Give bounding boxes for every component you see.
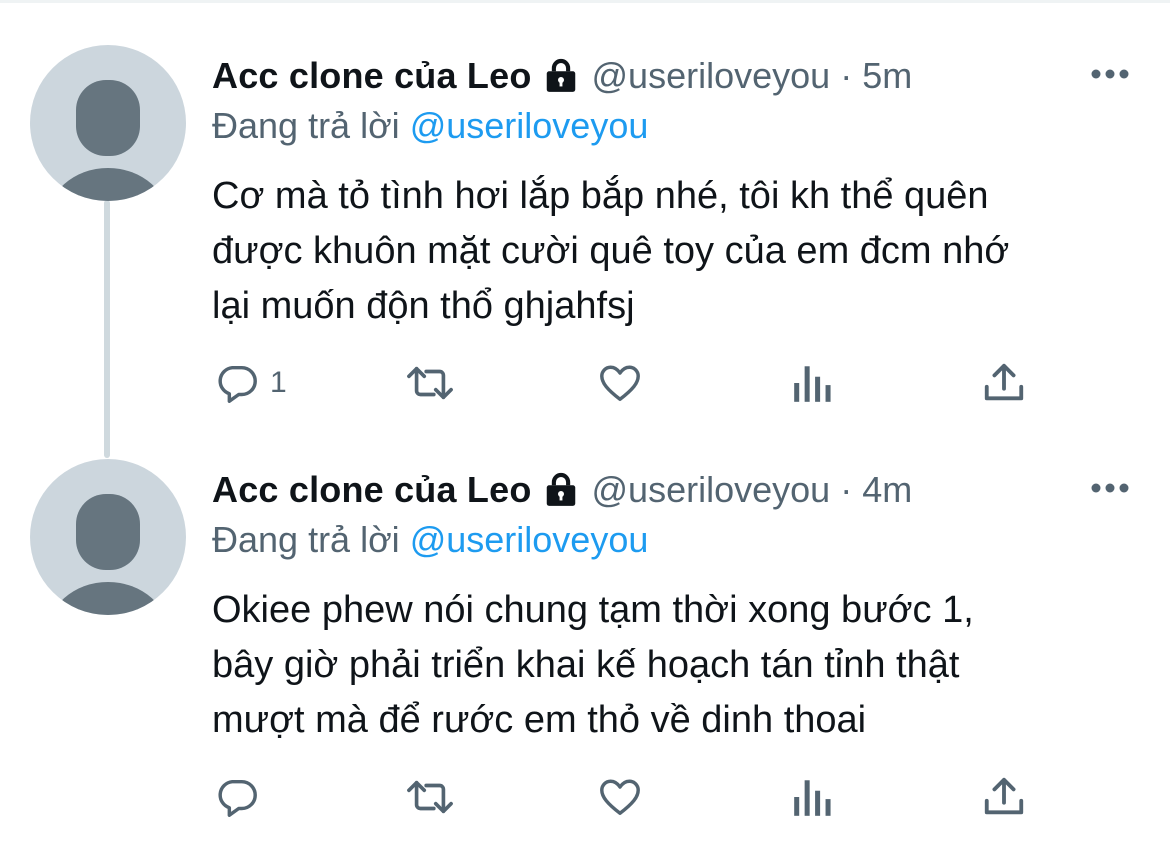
reply-button[interactable]: 1 xyxy=(214,356,287,410)
replying-to: Đang trả lời @useriloveyou xyxy=(212,517,1140,563)
more-horizontal-icon xyxy=(1091,483,1129,493)
reply-button[interactable] xyxy=(214,770,270,824)
share-button[interactable] xyxy=(982,770,1026,824)
share-button[interactable] xyxy=(982,356,1026,410)
like-button[interactable] xyxy=(596,770,644,824)
reply-icon xyxy=(218,365,257,403)
tweet-actions xyxy=(0,770,1024,824)
timestamp[interactable]: 5m xyxy=(862,55,912,97)
display-name[interactable]: Acc clone của Leo xyxy=(212,55,532,97)
lock-icon xyxy=(546,472,575,506)
like-button[interactable] xyxy=(596,356,644,410)
replying-to-link[interactable]: @useriloveyou xyxy=(410,519,649,560)
tweet-header: Acc clone của Leo @useriloveyou · 5m xyxy=(212,51,1140,101)
retweet-button[interactable] xyxy=(402,356,458,410)
retweet-icon xyxy=(407,780,453,814)
tweet-text-line: mượt mà để rước em thỏ về dinh thoai xyxy=(212,699,867,741)
heart-icon xyxy=(600,365,640,402)
avatar[interactable] xyxy=(30,459,186,615)
share-icon xyxy=(984,777,1024,815)
default-avatar-icon xyxy=(51,494,165,615)
analytics-icon xyxy=(794,780,831,816)
separator-dot: · xyxy=(840,469,853,510)
reply-icon xyxy=(218,779,257,817)
separator-dot: · xyxy=(840,55,853,96)
reply-count: 1 xyxy=(270,366,287,399)
analytics-button[interactable] xyxy=(792,770,834,824)
analytics-button[interactable] xyxy=(792,356,834,410)
retweet-button[interactable] xyxy=(402,770,458,824)
replying-to: Đang trả lời @useriloveyou xyxy=(212,103,1140,149)
more-button[interactable] xyxy=(1082,49,1138,99)
timestamp[interactable]: 4m xyxy=(862,469,912,511)
analytics-icon xyxy=(794,366,831,402)
lock-icon xyxy=(546,58,575,92)
tweet-text-line: bây giờ phải triển khai kế hoạch tán tỉn… xyxy=(212,644,960,686)
replying-to-label: Đang trả lời xyxy=(212,519,400,560)
tweet-text-line: Okiee phew nói chung tạm thời xong bước … xyxy=(212,589,974,631)
tweet-header: Acc clone của Leo @useriloveyou · 4m xyxy=(212,465,1140,515)
more-button[interactable] xyxy=(1082,463,1138,513)
user-handle[interactable]: @useriloveyou xyxy=(592,469,831,511)
default-avatar-icon xyxy=(51,80,165,201)
share-icon xyxy=(984,363,1024,401)
user-handle[interactable]: @useriloveyou xyxy=(592,55,831,97)
tweet-text-line: được khuôn mặt cười quê toy của em đcm n… xyxy=(212,230,1010,272)
tweet-text-line: Cơ mà tỏ tình hơi lắp bắp nhé, tôi kh th… xyxy=(212,175,989,217)
thread-connector-line xyxy=(104,200,110,458)
avatar[interactable] xyxy=(30,45,186,201)
display-name[interactable]: Acc clone của Leo xyxy=(212,469,532,511)
tweet-text: Cơ mà tỏ tình hơi lắp bắp nhé, tôi kh th… xyxy=(212,169,1140,334)
replying-to-link[interactable]: @useriloveyou xyxy=(410,105,649,146)
heart-icon xyxy=(600,779,640,816)
retweet-icon xyxy=(407,366,453,400)
replying-to-label: Đang trả lời xyxy=(212,105,400,146)
more-horizontal-icon xyxy=(1091,69,1129,79)
tweet-text-line: lại muốn độn thổ ghjahfsj xyxy=(212,285,635,327)
top-divider xyxy=(0,0,1170,3)
tweet-text: Okiee phew nói chung tạm thời xong bước … xyxy=(212,583,1140,748)
tweet-actions: 1 xyxy=(0,356,1024,410)
